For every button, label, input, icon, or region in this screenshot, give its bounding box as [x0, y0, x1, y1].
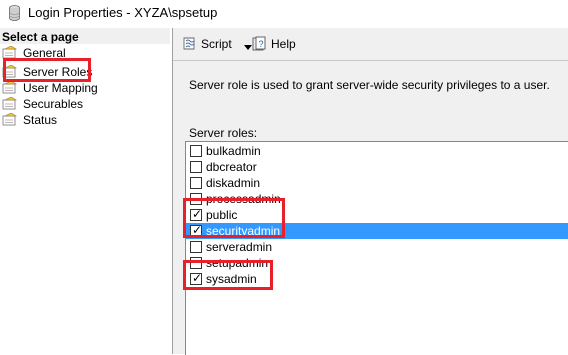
role-row-bulkadmin[interactable]: bulkadmin [186, 143, 568, 159]
script-label: Script [201, 37, 232, 51]
script-button[interactable]: Script [181, 36, 252, 54]
role-row-diskadmin[interactable]: diskadmin [186, 175, 568, 191]
page-icon [2, 81, 18, 94]
role-checkbox-dbcreator[interactable] [190, 161, 202, 173]
nav-item-user-mapping-label: User Mapping [23, 81, 98, 95]
role-name: bulkadmin [206, 144, 261, 158]
page-icon [2, 97, 18, 110]
highlight-box-public-securityadmin [183, 198, 285, 238]
role-name: dbcreator [206, 160, 257, 174]
help-label: Help [271, 37, 296, 51]
server-roles-label: Server roles: [189, 126, 258, 140]
highlight-box-sysadmin [183, 260, 273, 290]
help-icon: ? [252, 36, 266, 51]
role-checkbox-serveradmin[interactable] [190, 241, 202, 253]
role-row-serveradmin[interactable]: serveradmin [186, 239, 568, 255]
toolbar: Script ? Help [173, 28, 568, 60]
nav-item-status[interactable]: Status [2, 112, 162, 128]
database-icon [9, 5, 20, 21]
highlight-box-server-roles [3, 58, 91, 82]
role-row-dbcreator[interactable]: dbcreator [186, 159, 568, 175]
page-description: Server role is used to grant server-wide… [189, 78, 550, 92]
nav-item-status-label: Status [23, 113, 58, 127]
select-page-header: Select a page [0, 28, 170, 44]
select-page-title: Select a page [2, 30, 79, 44]
page-icon [2, 113, 18, 126]
role-checkbox-bulkadmin[interactable] [190, 145, 202, 157]
window-title: Login Properties - XYZA\spsetup [28, 5, 218, 20]
role-checkbox-diskadmin[interactable] [190, 177, 202, 189]
help-button[interactable]: ? Help [251, 36, 301, 54]
nav-item-securables[interactable]: Securables [2, 96, 162, 112]
svg-text:?: ? [259, 39, 264, 49]
nav-item-user-mapping[interactable]: User Mapping [2, 80, 162, 96]
script-icon [183, 37, 195, 50]
nav-item-securables-label: Securables [23, 97, 84, 111]
title-bar: Login Properties - XYZA\spsetup [0, 0, 568, 27]
role-name: diskadmin [206, 176, 261, 190]
role-name: serveradmin [206, 240, 273, 254]
server-roles-list[interactable]: bulkadmin dbcreator diskadmin processadm… [185, 141, 568, 355]
